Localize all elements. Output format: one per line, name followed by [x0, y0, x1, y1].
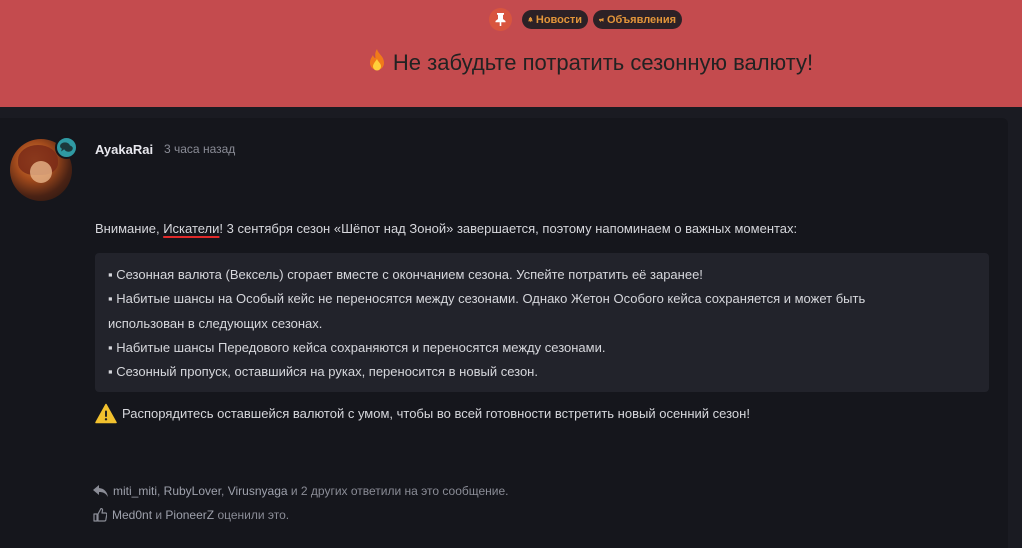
intro-highlight: Искатели	[163, 221, 220, 236]
liker-link[interactable]: PioneerZ	[165, 508, 214, 522]
bell-icon	[528, 16, 533, 23]
announcement-banner: Новости Объявления Не забудьте потратить…	[0, 0, 1022, 107]
quote-line: ▪ Набитые шансы на Особый кейс не перено…	[108, 291, 866, 306]
post-time[interactable]: 3 часа назад	[164, 142, 235, 156]
tag-news-label: Новости	[535, 13, 582, 26]
replies-suffix: и 2 других ответили на это сообщение.	[287, 484, 509, 498]
likes-joiner: и	[152, 508, 166, 522]
chat-icon	[55, 136, 78, 159]
megaphone-icon	[599, 17, 604, 22]
warning-icon	[95, 403, 117, 424]
intro-before: Внимание,	[95, 221, 164, 236]
post-intro: Внимание, Искатели! 3 сентября сезон «Шё…	[95, 221, 797, 236]
reply-icon	[93, 485, 108, 497]
replier-link[interactable]: Virusnyaga	[228, 484, 288, 498]
quote-line: ▪ Набитые шансы Передового кейса сохраня…	[108, 340, 606, 355]
tag-announcements[interactable]: Объявления	[593, 10, 682, 29]
fire-icon	[367, 49, 387, 79]
replier-link[interactable]: miti_miti	[113, 484, 157, 498]
warning-text: Распорядитесь оставшейся валютой с умом,…	[122, 406, 750, 421]
liker-link[interactable]: Med0nt	[112, 508, 152, 522]
likes-summary: Med0nt и PioneerZ оценили это.	[93, 508, 289, 522]
banner-title: Не забудьте потратить сезонную валюту!	[0, 49, 1022, 79]
quote-line: ▪ Сезонная валюта (Вексель) сгорает вмес…	[108, 267, 703, 282]
thumbs-up-icon	[93, 508, 107, 522]
quote-line: использован в следующих сезонах.	[108, 316, 323, 331]
pin-icon[interactable]	[489, 8, 512, 31]
replier-link[interactable]: RubyLover	[164, 484, 221, 498]
tag-news[interactable]: Новости	[522, 10, 588, 29]
replies-summary: miti_miti, RubyLover, Virusnyaga и 2 дру…	[93, 484, 509, 498]
quote-block: ▪ Сезонная валюта (Вексель) сгорает вмес…	[95, 253, 989, 392]
tag-announcements-label: Объявления	[606, 13, 676, 26]
quote-line: ▪ Сезонный пропуск, оставшийся на руках,…	[108, 364, 538, 379]
post-author[interactable]: AyakaRai	[95, 142, 153, 157]
intro-after: ! 3 сентября сезон «Шёпот над Зоной» зав…	[219, 221, 798, 236]
banner-title-text: Не забудьте потратить сезонную валюту!	[392, 50, 814, 75]
likes-suffix: оценили это.	[214, 508, 290, 522]
